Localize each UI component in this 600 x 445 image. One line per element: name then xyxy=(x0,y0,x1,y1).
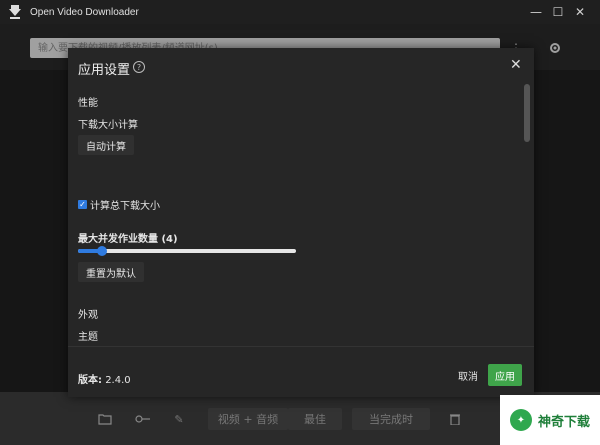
title-bar: Open Video Downloader — ☐ ✕ xyxy=(0,0,600,24)
cancel-button[interactable]: 取消 xyxy=(452,364,484,386)
scroll-thumb[interactable] xyxy=(524,84,530,142)
logo-icon: ✦ xyxy=(509,409,532,431)
section-title-appearance: 外观 xyxy=(78,310,98,321)
format-select[interactable]: 视频 + 音频 xyxy=(208,408,288,430)
dialog-title: 应用设置 xyxy=(78,63,131,78)
dialog-footer: 版本: 2.4.0 取消 应用 xyxy=(68,346,534,398)
version-value: 2.4.0 xyxy=(105,375,131,386)
dialog-header: 应用设置 ? ✕ xyxy=(68,48,534,84)
quality-select[interactable]: 最佳 xyxy=(288,408,342,430)
dialog-scrollbar[interactable] xyxy=(524,84,530,346)
size-calc-label: 下载大小计算 xyxy=(78,120,138,131)
folder-icon[interactable] xyxy=(94,408,116,430)
checkbox-label: 计算总下载大小 xyxy=(90,201,160,212)
key-icon[interactable] xyxy=(132,408,154,430)
max-concurrent-slider[interactable] xyxy=(78,246,296,256)
timing-select[interactable]: 当完成时 xyxy=(352,408,430,430)
dialog-body: 性能 下载大小计算 自动计算 ✓ 计算总下载大小 最大并发作业数量 (4) 重置… xyxy=(68,84,522,346)
slider-thumb[interactable] xyxy=(96,246,107,256)
version-info: 版本: 2.4.0 xyxy=(78,371,131,386)
app-icon xyxy=(8,5,22,19)
checkbox-icon[interactable]: ✓ xyxy=(78,200,87,209)
section-title-performance: 性能 xyxy=(78,98,98,109)
trash-icon[interactable] xyxy=(444,408,466,430)
watermark-logo: ✦ 神奇下载 xyxy=(500,395,600,445)
window-title: Open Video Downloader xyxy=(30,6,139,18)
version-label: 版本: xyxy=(78,375,102,386)
help-icon[interactable]: ? xyxy=(133,61,145,73)
max-concurrent-label: 最大并发作业数量 (4) xyxy=(78,234,178,245)
settings-dialog: 应用设置 ? ✕ 性能 下载大小计算 自动计算 ✓ 计算总下载大小 最大并发作业… xyxy=(68,48,534,397)
calc-size-checkbox-row[interactable]: ✓ 计算总下载大小 xyxy=(78,197,160,212)
close-window-icon[interactable]: ✕ xyxy=(560,0,600,24)
close-icon[interactable]: ✕ xyxy=(510,57,522,73)
reset-default-button[interactable]: 重置为默认 xyxy=(78,262,144,282)
size-calc-select[interactable]: 自动计算 xyxy=(78,135,134,155)
theme-label: 主题 xyxy=(78,332,98,343)
logo-text: 神奇下载 xyxy=(537,414,590,430)
apply-button[interactable]: 应用 xyxy=(488,364,522,386)
edit-icon[interactable]: ✎ xyxy=(168,408,190,430)
